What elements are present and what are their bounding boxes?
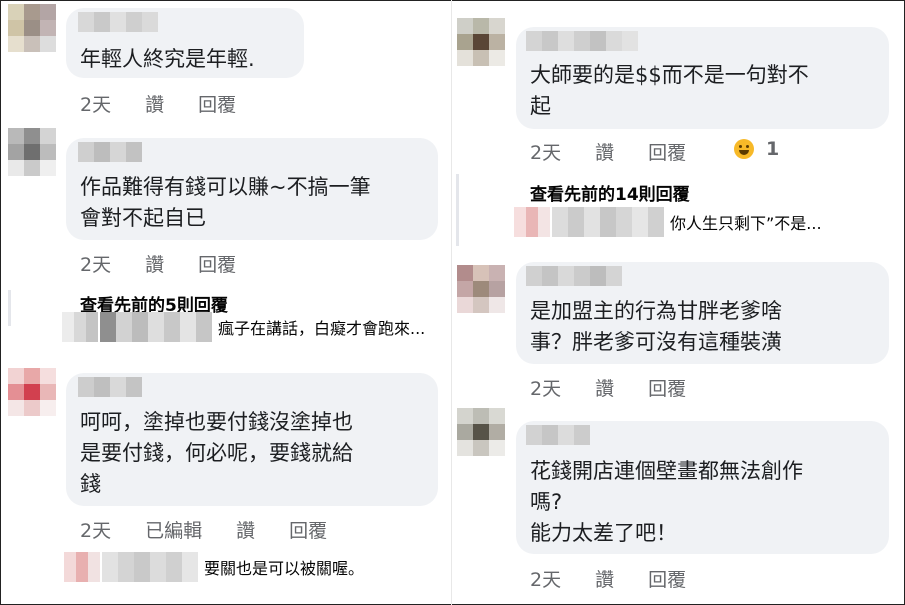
comment-text: 大師要的是$$而不是一句對不 起 — [530, 63, 809, 118]
reply-button[interactable]: 回覆 — [198, 250, 236, 277]
timestamp[interactable]: 2天 — [530, 374, 561, 401]
like-button[interactable]: 讚 — [236, 516, 255, 543]
reply-button[interactable]: 回覆 — [648, 138, 686, 165]
view-previous-replies-link[interactable]: 查看先前的14則回覆 — [530, 180, 690, 205]
comment-actions: 2天 讚 回覆 — [80, 90, 270, 117]
avatar[interactable] — [8, 4, 56, 52]
timestamp[interactable]: 2天 — [80, 90, 111, 117]
comment-actions: 2天 讚 回覆 — [80, 250, 270, 277]
avatar[interactable] — [62, 312, 98, 342]
comment-actions: 2天 讚 回覆 — [530, 374, 720, 401]
commenter-name[interactable] — [526, 266, 622, 286]
commenter-name[interactable] — [526, 425, 590, 445]
commenter-name[interactable] — [78, 12, 158, 32]
avatar[interactable] — [457, 265, 505, 313]
avatar[interactable] — [8, 368, 56, 416]
column-divider — [451, 0, 452, 605]
thread-line — [456, 174, 459, 246]
reply-text: 你人生只剩下”不是... — [670, 214, 822, 233]
commenter-name[interactable] — [552, 207, 664, 237]
reply-text: 瘋子在講話，白癡才會跑來... — [218, 319, 426, 338]
commenter-name[interactable] — [526, 31, 638, 51]
like-button[interactable]: 讚 — [595, 565, 614, 592]
thread-line — [8, 290, 11, 326]
reply-preview[interactable]: 瘋子在講話，白癡才會跑來... — [62, 312, 425, 342]
reply-button[interactable]: 回覆 — [648, 374, 686, 401]
timestamp[interactable]: 2天 — [530, 138, 561, 165]
like-button[interactable]: 讚 — [145, 250, 164, 277]
avatar[interactable] — [514, 207, 550, 237]
timestamp[interactable]: 2天 — [80, 250, 111, 277]
like-button[interactable]: 讚 — [595, 374, 614, 401]
comment-text: 花錢開店連個壁畫都無法創作 嗎? 能力太差了吧！ — [530, 459, 803, 545]
commenter-name[interactable] — [100, 312, 212, 342]
commenter-name[interactable] — [102, 552, 198, 582]
avatar[interactable] — [64, 552, 100, 582]
reply-button[interactable]: 回覆 — [648, 565, 686, 592]
avatar[interactable] — [457, 18, 505, 66]
reaction-summary[interactable]: 1 — [734, 138, 779, 160]
timestamp[interactable]: 2天 — [80, 516, 111, 543]
comment-actions: 2天 已編輯 讚 回覆 — [80, 516, 361, 543]
comment-text: 作品難得有錢可以賺~不搞一筆 會對不起自已 — [80, 175, 371, 230]
avatar[interactable] — [457, 408, 505, 456]
comment-actions: 2天 讚 回覆 — [530, 565, 720, 592]
avatar[interactable] — [8, 128, 56, 176]
reply-preview[interactable]: 你人生只剩下”不是... — [514, 207, 822, 237]
reply-button[interactable]: 回覆 — [289, 516, 327, 543]
comment-actions: 2天 讚 回覆 — [530, 138, 720, 165]
comment-text: 年輕人終究是年輕. — [80, 47, 255, 71]
comment-text: 是加盟主的行為甘胖老爹啥 事？胖老爹可沒有這種裝潢 — [530, 299, 782, 354]
reaction-count: 1 — [766, 138, 780, 160]
timestamp[interactable]: 2天 — [530, 565, 561, 592]
reply-preview[interactable]: 要關也是可以被關喔。 — [64, 552, 364, 582]
reply-text: 要關也是可以被關喔。 — [204, 559, 365, 578]
haha-emoji-icon — [734, 139, 754, 159]
edited-label: 已編輯 — [145, 520, 203, 542]
commenter-name[interactable] — [78, 142, 142, 162]
comment-text: 呵呵，塗掉也要付錢沒塗掉也 是要付錢，何必呢，要錢就給 錢 — [80, 410, 353, 496]
like-button[interactable]: 讚 — [145, 90, 164, 117]
reply-button[interactable]: 回覆 — [198, 90, 236, 117]
like-button[interactable]: 讚 — [595, 138, 614, 165]
commenter-name[interactable] — [78, 377, 142, 397]
